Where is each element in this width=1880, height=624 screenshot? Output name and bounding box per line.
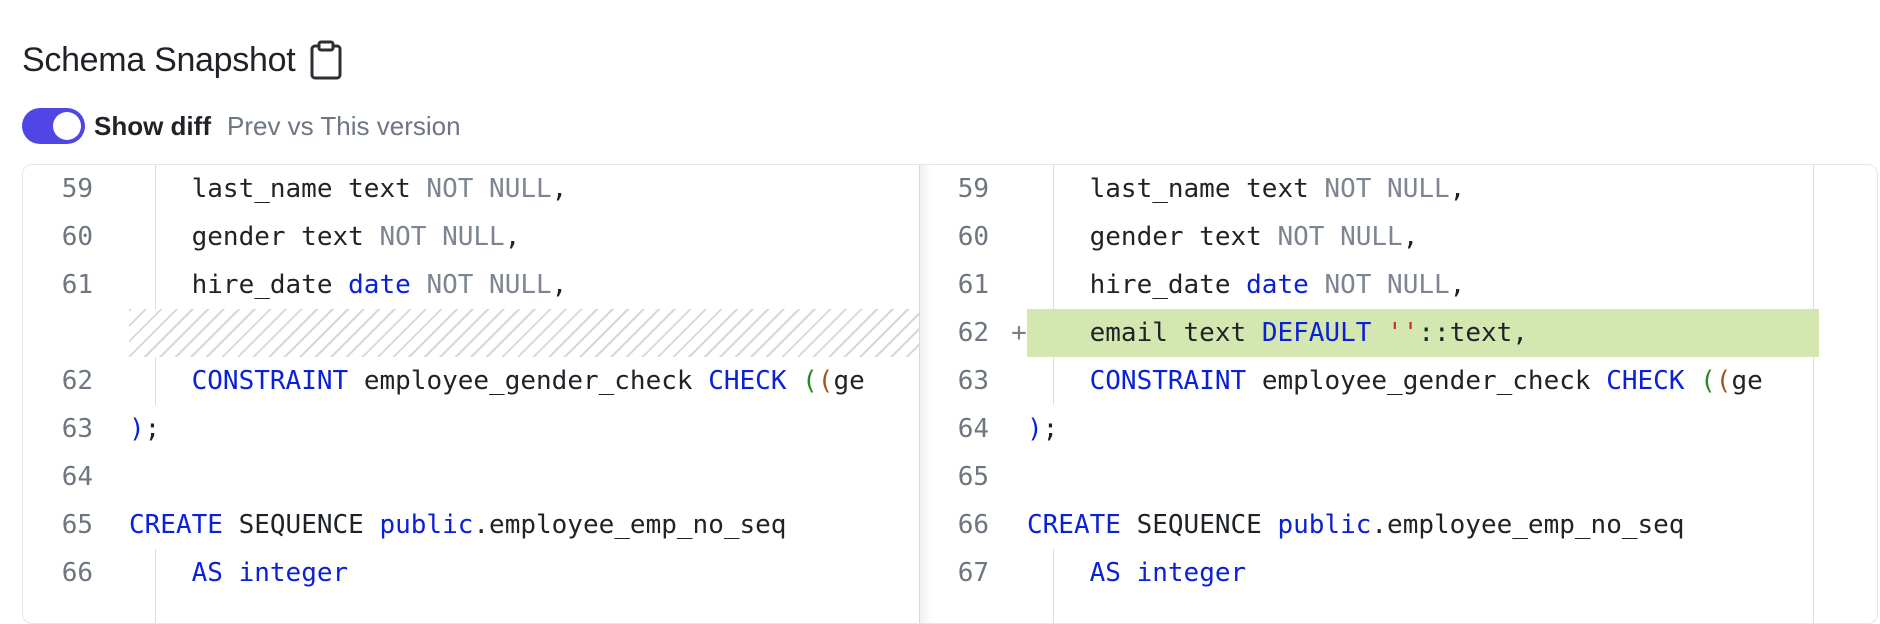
code-line: 65 CREATE SEQUENCE public.employee_emp_n… (23, 501, 919, 549)
code-text: hire_date date NOT NULL, (129, 270, 568, 300)
code-text: email text DEFAULT ''::text, (1027, 318, 1528, 348)
line-number: 62 (61, 366, 93, 396)
line-number: 62 (957, 318, 989, 348)
code-text: CONSTRAINT employee_gender_check CHECK (… (1089, 366, 1763, 396)
code-text: AS integer (191, 558, 349, 588)
line-number: 64 (61, 462, 93, 492)
code-text: last_name text NOT NULL, (129, 174, 568, 204)
clipboard-icon[interactable] (309, 40, 343, 80)
toggle-knob (53, 112, 81, 140)
indent-guide (155, 549, 156, 623)
previous-version-pane[interactable]: 59 last_name text NOT NULL, 60 gender te… (23, 165, 920, 623)
code-text: last_name text NOT NULL, (1027, 174, 1466, 204)
code-line: 67 AS integer (919, 549, 1877, 597)
line-number: 59 (957, 174, 989, 204)
line-number: 63 (61, 414, 93, 444)
diff-versions-label: Prev vs This version (226, 110, 461, 141)
line-number: 66 (957, 510, 989, 540)
line-number: 60 (957, 222, 989, 252)
indent-guide (155, 165, 156, 309)
right-margin-guide (1813, 357, 1814, 623)
code-text: hire_date date NOT NULL, (1027, 270, 1466, 300)
code-text: CONSTRAINT employee_gender_check CHECK (… (191, 366, 865, 396)
code-line: 66 AS integer (23, 549, 919, 597)
line-number: 61 (61, 270, 93, 300)
code-line: 62 CONSTRAINT employee_gender_check CHEC… (23, 357, 919, 405)
right-margin-guide (1813, 165, 1814, 309)
line-number: 60 (61, 222, 93, 252)
code-text: CREATE SEQUENCE public.employee_emp_no_s… (129, 510, 787, 540)
indent-guide (1053, 549, 1054, 623)
line-number: 65 (61, 510, 93, 540)
line-number: 67 (957, 558, 989, 588)
added-code-line: 62 + email text DEFAULT ''::text, (919, 309, 1877, 357)
indent-guide (1053, 357, 1054, 405)
code-text: gender text NOT NULL, (1027, 222, 1419, 252)
line-number: 64 (957, 414, 989, 444)
code-text: gender text NOT NULL, (129, 222, 521, 252)
code-line: 59 last_name text NOT NULL, (919, 165, 1877, 213)
code-text: ); (1027, 414, 1059, 444)
code-line: 63 ); (23, 405, 919, 453)
placeholder-line (23, 309, 919, 357)
line-number: 66 (61, 558, 93, 588)
code-line: 61 hire_date date NOT NULL, (919, 261, 1877, 309)
diff-viewer: 59 last_name text NOT NULL, 60 gender te… (22, 164, 1878, 624)
line-number: 61 (957, 270, 989, 300)
code-text: CREATE SEQUENCE public.employee_emp_no_s… (1027, 510, 1685, 540)
code-text: AS integer (1089, 558, 1247, 588)
current-version-pane[interactable]: 59 last_name text NOT NULL, 60 gender te… (919, 165, 1877, 623)
line-number: 63 (957, 366, 989, 396)
diff-controls: Show diff Prev vs This version (22, 108, 461, 144)
page-title: Schema Snapshot (22, 40, 296, 79)
code-line: 61 hire_date date NOT NULL, (23, 261, 919, 309)
show-diff-toggle[interactable] (22, 108, 85, 144)
indent-guide (1053, 165, 1054, 309)
code-line: 63 CONSTRAINT employee_gender_check CHEC… (919, 357, 1877, 405)
line-number: 65 (957, 462, 989, 492)
code-line: 66 CREATE SEQUENCE public.employee_emp_n… (919, 501, 1877, 549)
code-text: ); (129, 414, 161, 444)
empty-line-hatch (129, 309, 919, 357)
show-diff-label: Show diff (94, 110, 211, 141)
code-line: 60 gender text NOT NULL, (919, 213, 1877, 261)
code-line: 60 gender text NOT NULL, (23, 213, 919, 261)
indent-guide (155, 357, 156, 405)
code-line: 64 (23, 453, 919, 501)
code-line: 64 ); (919, 405, 1877, 453)
header: Schema Snapshot (22, 40, 343, 80)
code-line: 59 last_name text NOT NULL, (23, 165, 919, 213)
code-line: 65 (919, 453, 1877, 501)
line-number: 59 (61, 174, 93, 204)
